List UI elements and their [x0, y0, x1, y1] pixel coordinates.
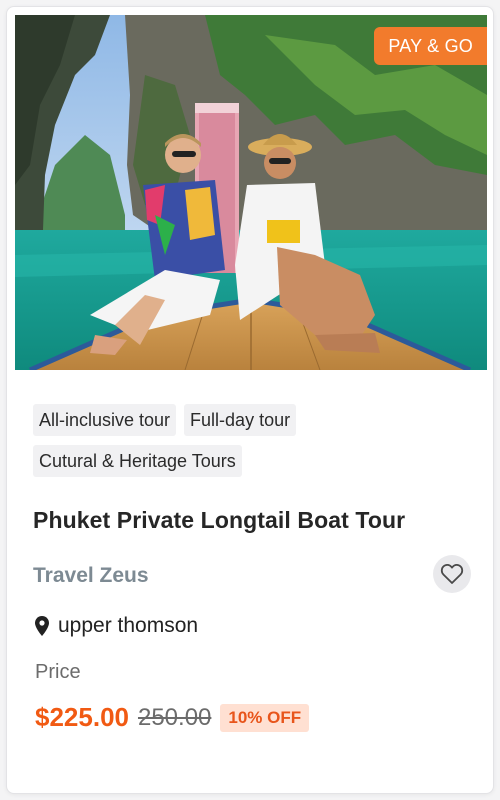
- tag-cultural-heritage: Cutural & Heritage Tours: [33, 445, 242, 477]
- tag-full-day: Full-day tour: [184, 404, 297, 436]
- tour-photo-illustration: [15, 15, 487, 370]
- price-original: 250.00: [137, 703, 212, 731]
- location: upper thomson: [35, 614, 198, 638]
- operator-name[interactable]: Travel Zeus: [33, 564, 149, 588]
- tour-card[interactable]: PAY & GO All-inclusive tour Full-day tou…: [6, 6, 494, 794]
- pay-and-go-badge: PAY & GO: [374, 27, 487, 65]
- tour-photo[interactable]: PAY & GO: [15, 15, 487, 370]
- tag-list: All-inclusive tour Full-day tour Cutural…: [33, 404, 473, 486]
- price-current: $225.00: [35, 702, 129, 732]
- tag-row: All-inclusive tour Full-day tour: [33, 404, 473, 436]
- wishlist-button[interactable]: [433, 555, 471, 593]
- tag-all-inclusive: All-inclusive tour: [33, 404, 177, 436]
- tour-title[interactable]: Phuket Private Longtail Boat Tour: [33, 507, 473, 534]
- discount-badge: 10% OFF: [220, 703, 310, 732]
- location-text: upper thomson: [58, 614, 199, 637]
- price-row: $225.00 250.00 10% OFF: [35, 702, 310, 733]
- heart-icon: [440, 564, 464, 584]
- tag-row: Cutural & Heritage Tours: [33, 445, 473, 477]
- price-label: Price: [35, 661, 81, 683]
- map-pin-icon: [35, 616, 49, 636]
